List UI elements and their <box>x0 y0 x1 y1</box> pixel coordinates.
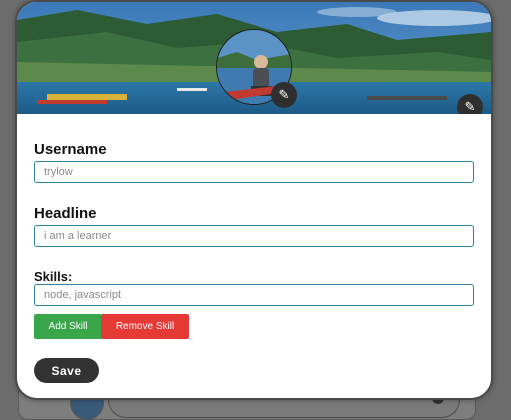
pencil-icon: ✎ <box>278 87 290 102</box>
headline-input[interactable] <box>34 225 474 247</box>
edit-profile-modal: ✎ ✎ Username Headline Skills: Add Skill … <box>15 0 493 400</box>
add-skill-button[interactable]: Add Skill <box>34 314 102 339</box>
pencil-icon: ✎ <box>464 99 476 114</box>
avatar-edit-button[interactable]: ✎ <box>271 82 297 108</box>
skills-label: Skills: <box>34 269 73 284</box>
remove-skill-button[interactable]: Remove Skill <box>101 314 189 339</box>
skills-input[interactable] <box>34 284 474 306</box>
save-button[interactable]: Save <box>34 358 99 383</box>
username-label: Username <box>34 141 107 158</box>
username-input[interactable] <box>34 161 474 183</box>
headline-label: Headline <box>34 205 97 222</box>
cover-edit-button[interactable]: ✎ <box>457 94 483 114</box>
